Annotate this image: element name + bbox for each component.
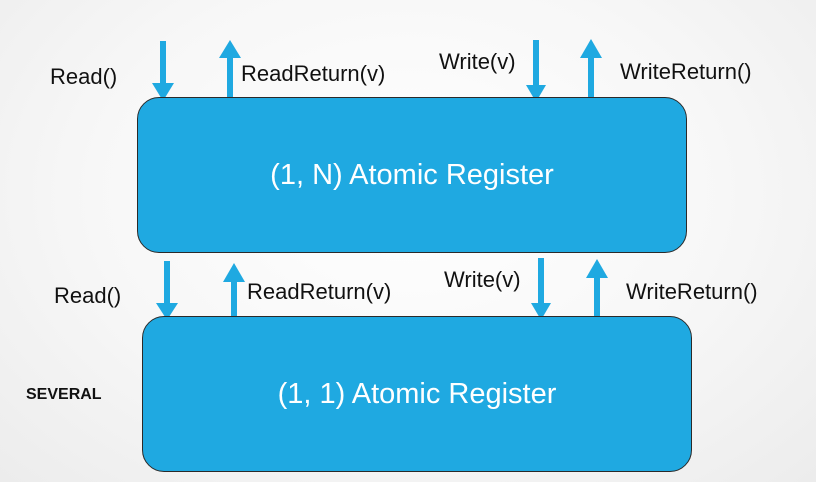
several-label: SEVERAL [26, 386, 102, 403]
atomic-register-1n-title: (1, N) Atomic Register [270, 158, 554, 191]
atomic-register-1n-box: (1, N) Atomic Register [137, 97, 687, 253]
top-read-label: Read() [50, 64, 118, 89]
bottom-readreturn-arrow [223, 263, 245, 318]
top-write-label: Write(v) [439, 49, 516, 74]
bottom-write-label: Write(v) [444, 267, 521, 292]
atomic-register-11-title: (1, 1) Atomic Register [277, 377, 557, 410]
bottom-writereturn-label: WriteReturn() [626, 279, 758, 304]
atomic-register-11-box: (1, 1) Atomic Register [142, 316, 692, 472]
top-write-arrow [526, 40, 546, 102]
bottom-writereturn-arrow [586, 259, 608, 318]
top-read-arrow [152, 41, 174, 101]
top-writereturn-label: WriteReturn() [620, 59, 752, 84]
bottom-read-arrow [156, 261, 178, 320]
top-readreturn-arrow [219, 40, 241, 98]
bottom-read-label: Read() [54, 283, 122, 308]
top-writereturn-arrow [580, 39, 602, 98]
bottom-write-arrow [531, 258, 551, 320]
top-readreturn-label: ReadReturn(v) [241, 61, 386, 86]
bottom-readreturn-label: ReadReturn(v) [247, 279, 392, 304]
